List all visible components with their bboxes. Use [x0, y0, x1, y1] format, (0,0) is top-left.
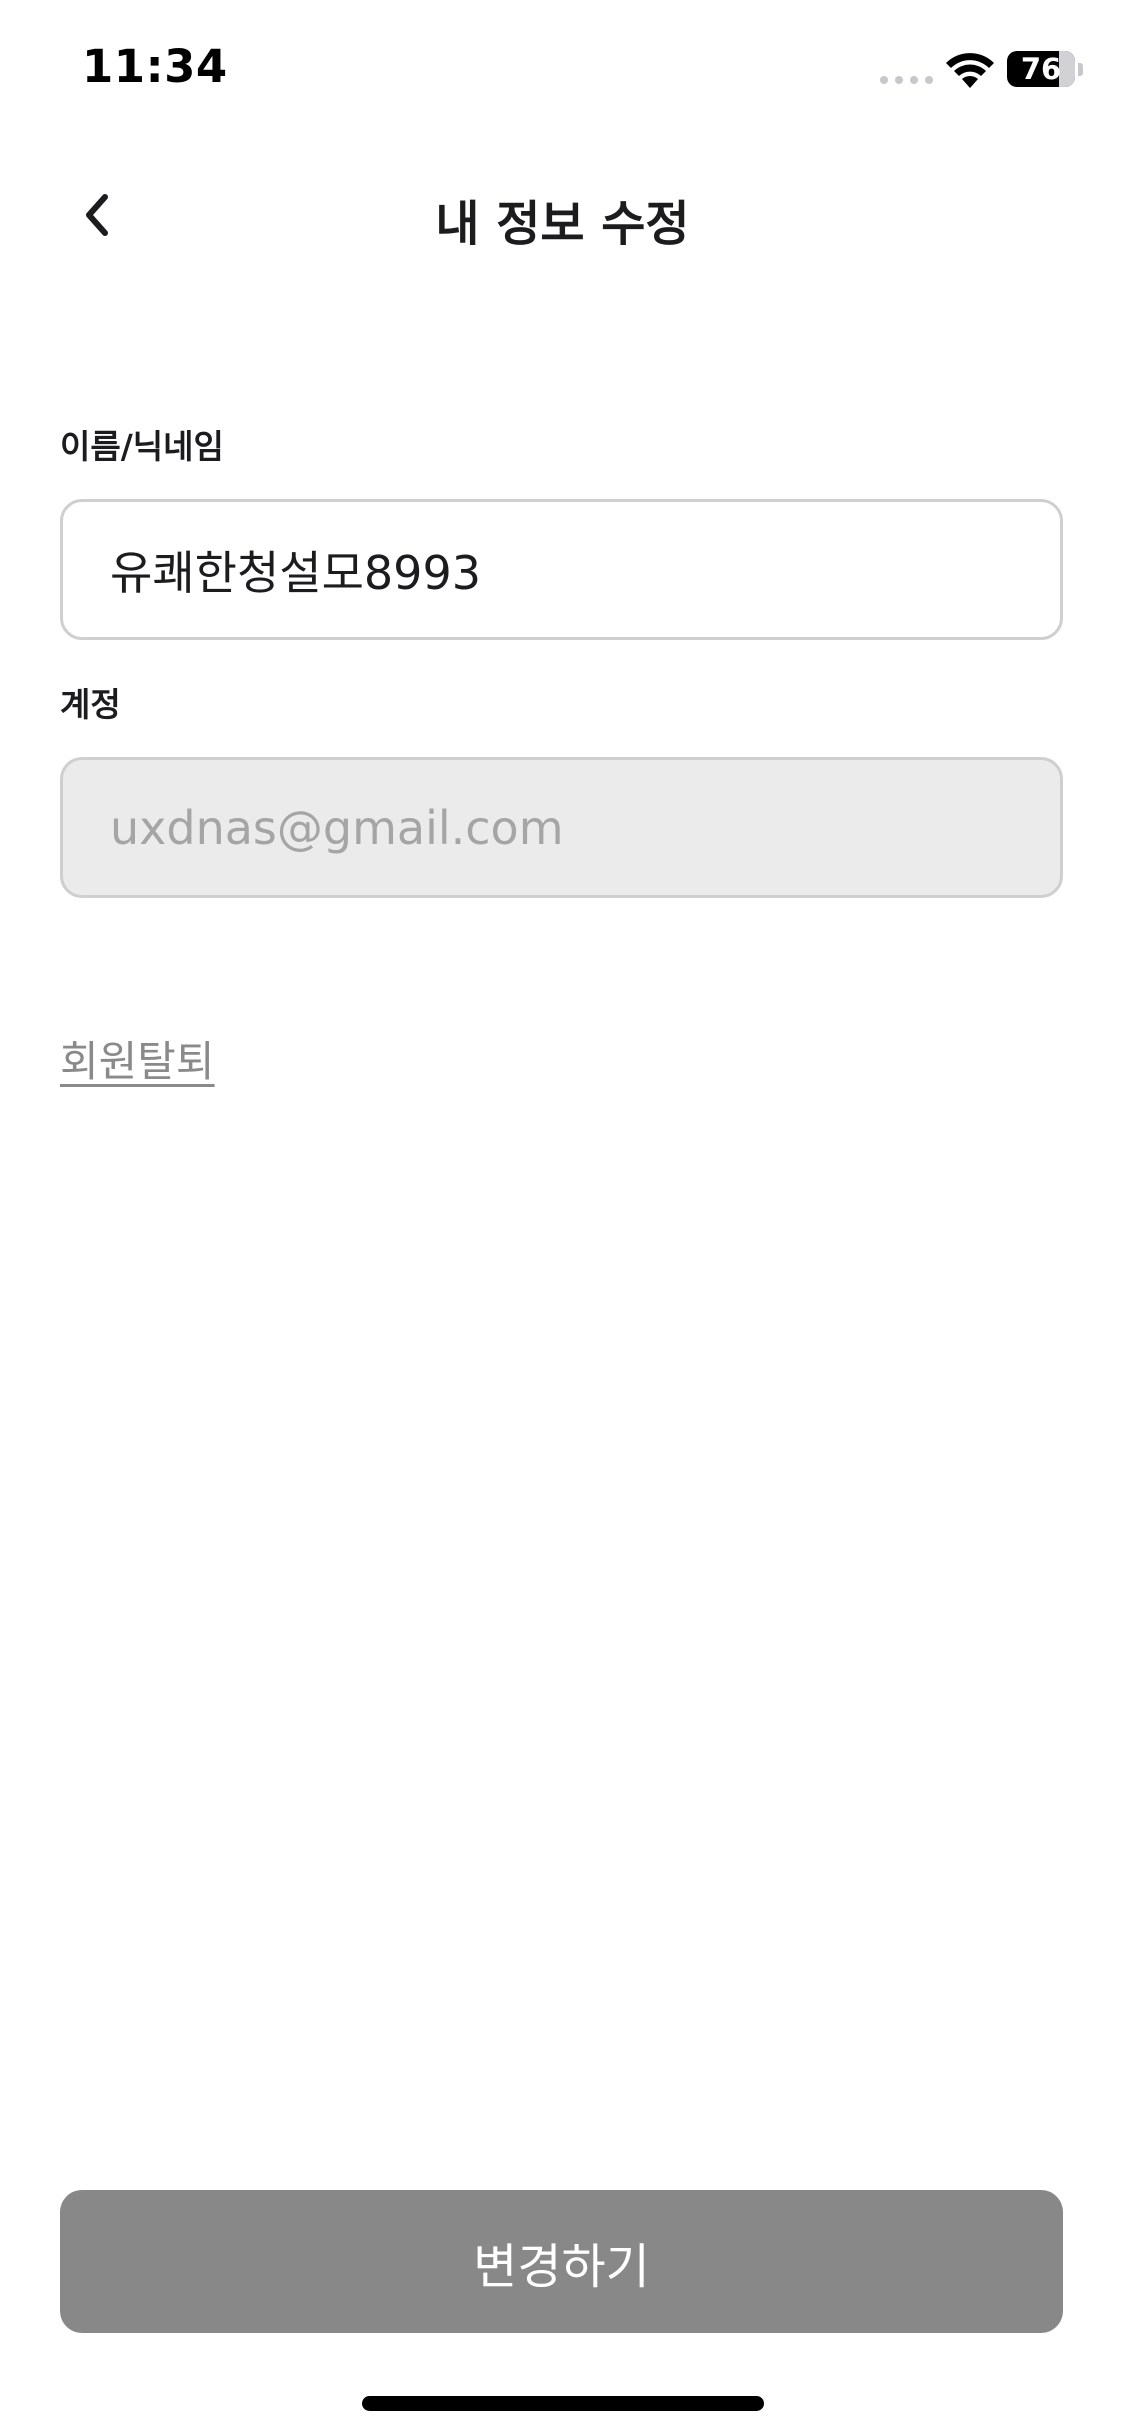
- battery-icon: 76: [1007, 51, 1075, 87]
- cellular-signal-icon: [880, 76, 933, 84]
- status-time: 11:34: [82, 40, 228, 93]
- account-label: 계정: [60, 685, 121, 724]
- submit-button[interactable]: 변경하기: [60, 2190, 1063, 2333]
- name-field[interactable]: [60, 499, 1063, 640]
- page-title: 내 정보 수정: [435, 196, 690, 252]
- name-input[interactable]: [110, 502, 1010, 637]
- home-indicator: [362, 2396, 764, 2411]
- account-field: [60, 757, 1063, 898]
- battery-level: 76: [1020, 52, 1062, 86]
- withdraw-link[interactable]: 회원탈퇴: [60, 1028, 215, 1089]
- wifi-icon: [946, 53, 994, 88]
- status-bar: 11:34 76: [0, 0, 1125, 140]
- account-input: [110, 760, 1010, 895]
- battery-tip: [1078, 63, 1083, 76]
- name-label: 이름/닉네임: [60, 427, 224, 466]
